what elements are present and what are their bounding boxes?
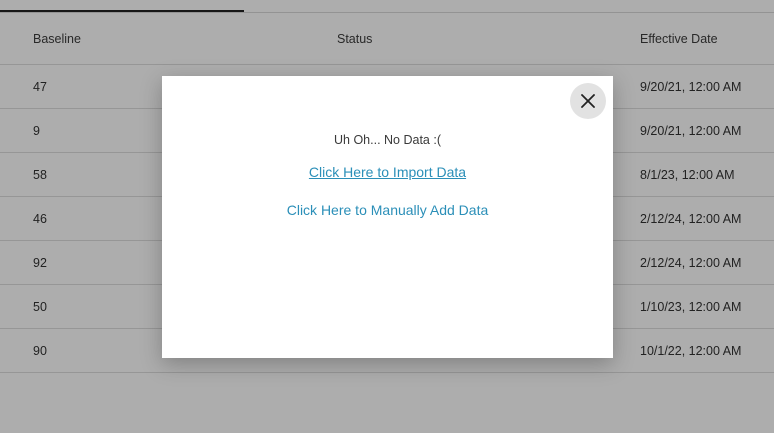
manual-add-data-link[interactable]: Click Here to Manually Add Data — [287, 202, 489, 218]
no-data-dialog: Uh Oh... No Data :( Click Here to Import… — [162, 76, 613, 358]
page: Baseline Status Effective Date 47 9/20/2… — [0, 0, 774, 433]
import-data-link-container: Click Here to Import Data — [162, 164, 613, 180]
no-data-message: Uh Oh... No Data :( — [334, 133, 441, 147]
close-button[interactable] — [570, 83, 606, 119]
manual-add-data-link-container: Click Here to Manually Add Data — [162, 202, 613, 218]
close-icon — [581, 94, 595, 108]
import-data-link[interactable]: Click Here to Import Data — [309, 164, 466, 180]
